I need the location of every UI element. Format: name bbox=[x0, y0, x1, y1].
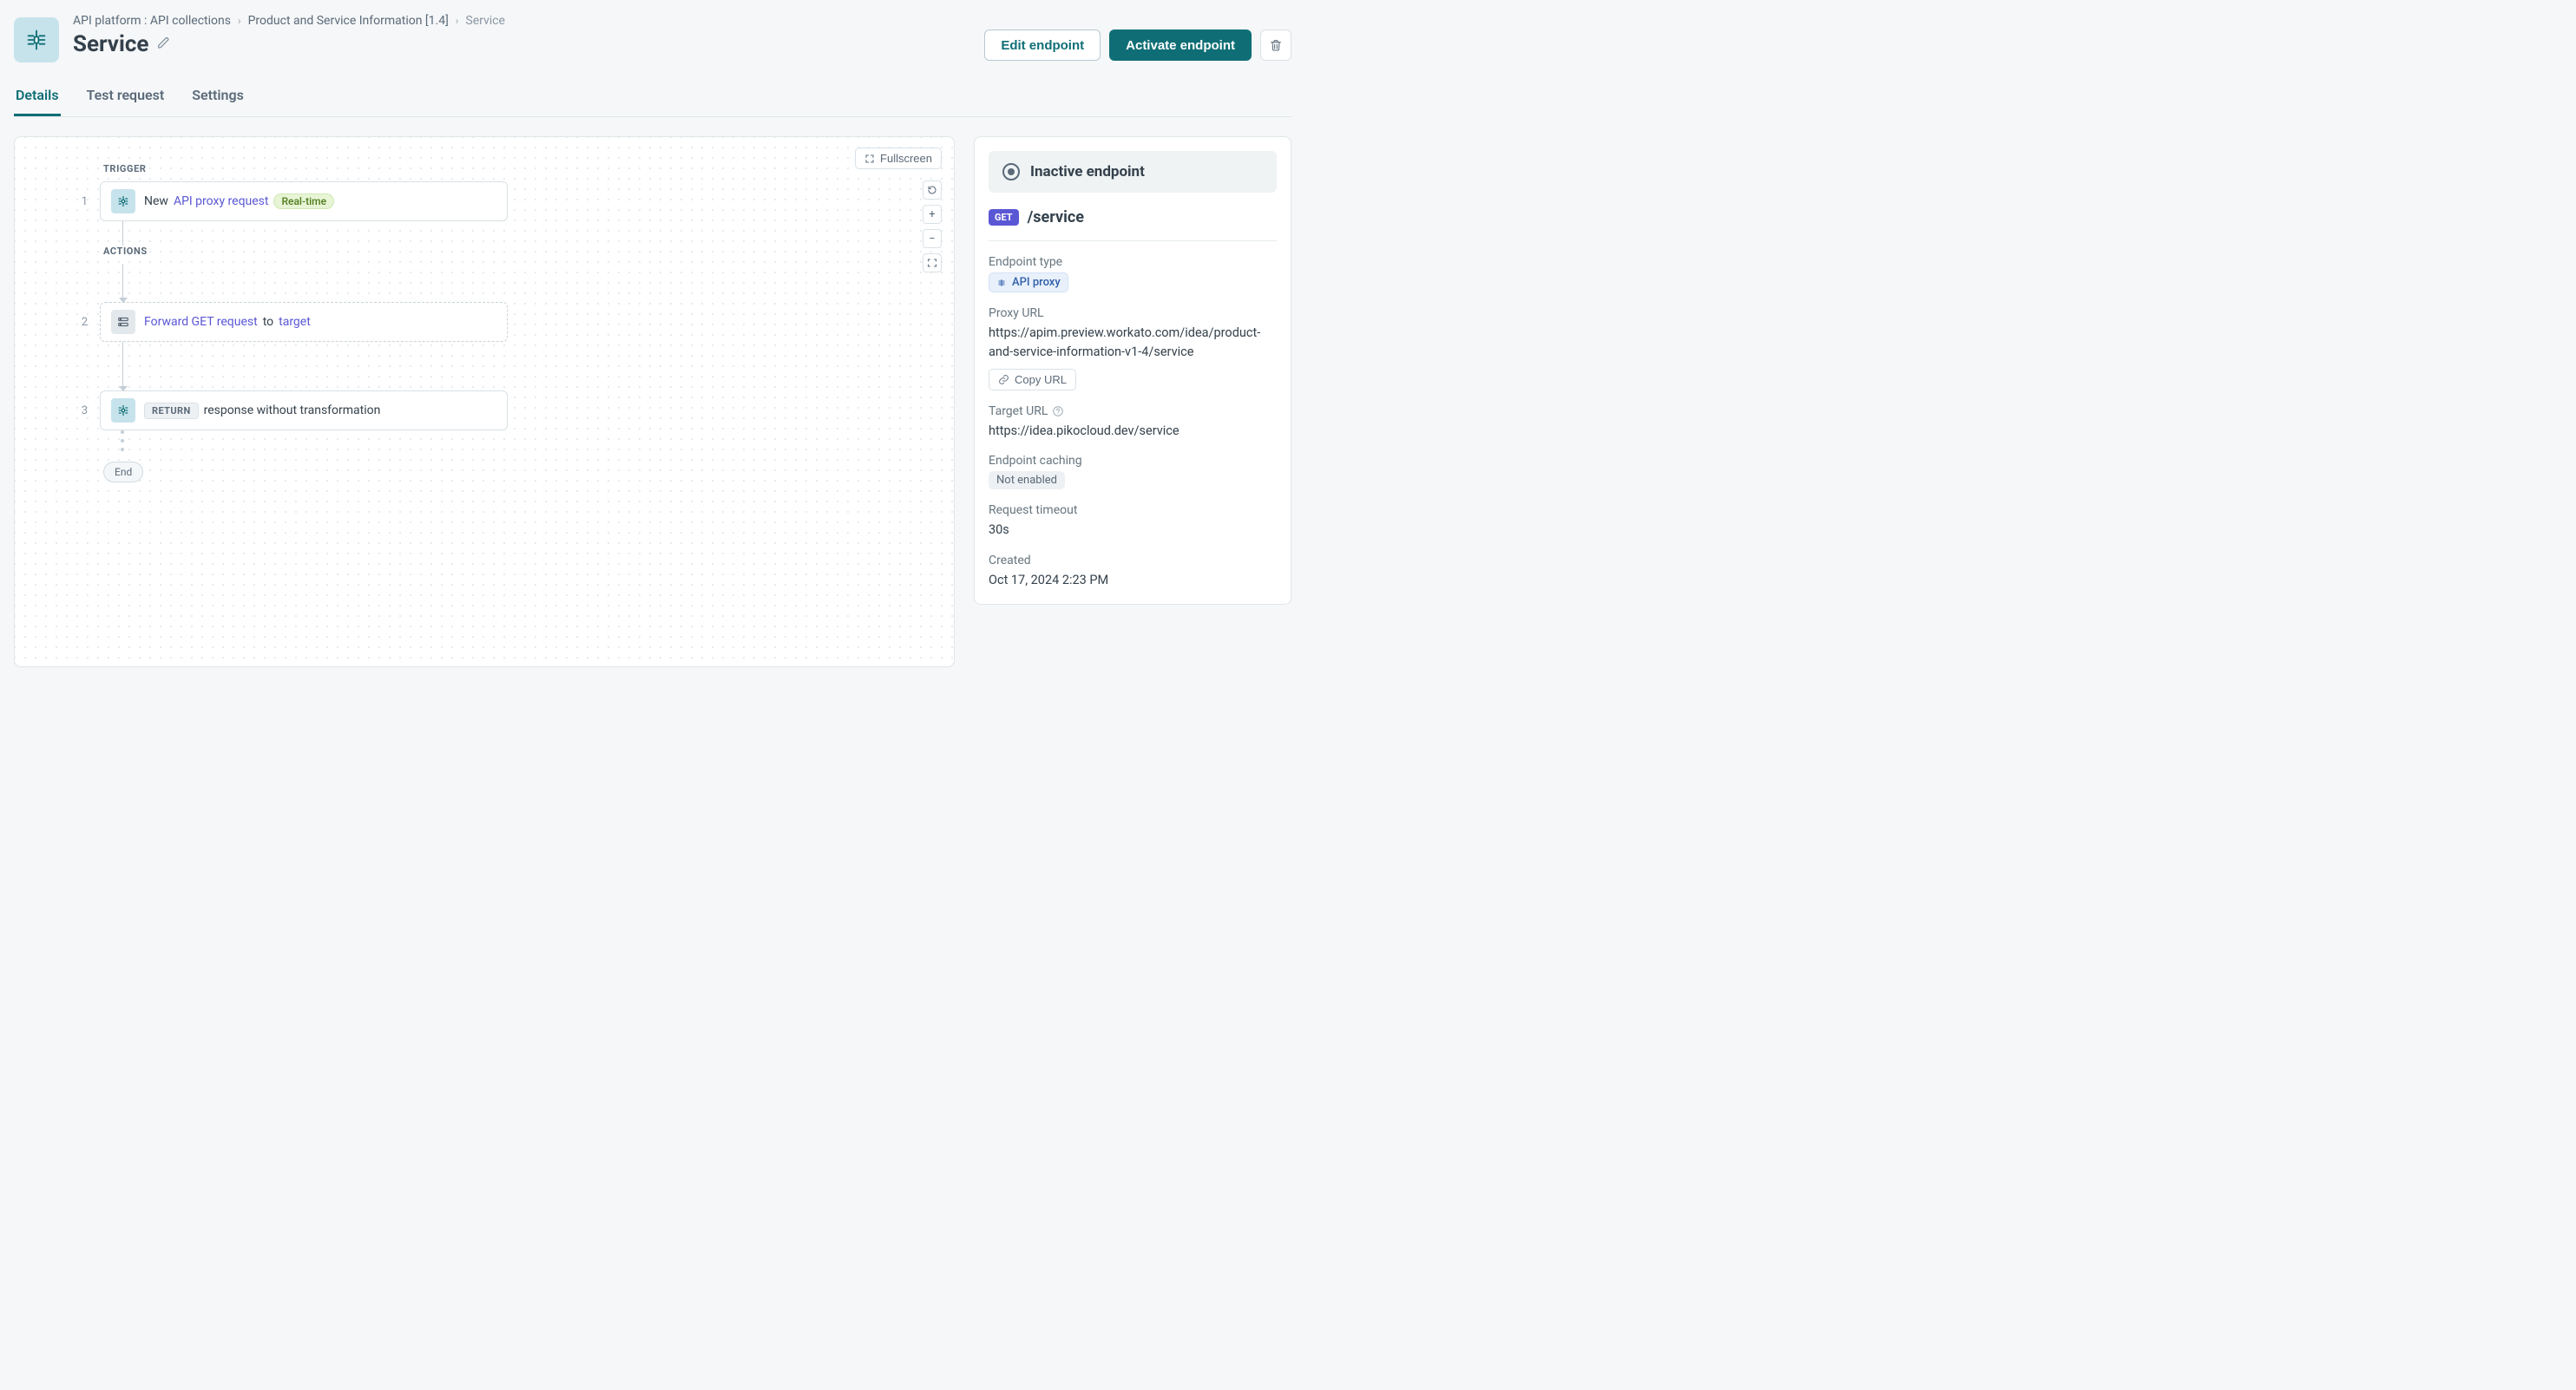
fullscreen-button[interactable]: Fullscreen bbox=[855, 148, 942, 169]
tab-settings[interactable]: Settings bbox=[190, 78, 246, 116]
breadcrumb-collection[interactable]: Product and Service Information [1.4] bbox=[248, 14, 449, 28]
delete-endpoint-button[interactable] bbox=[1260, 30, 1291, 61]
field-endpoint-type: Endpoint type API proxy bbox=[989, 255, 1277, 292]
connector bbox=[122, 221, 123, 246]
step-text: response without transformation bbox=[204, 403, 381, 417]
tab-details[interactable]: Details bbox=[14, 78, 61, 116]
fullscreen-icon bbox=[864, 154, 875, 164]
breadcrumb-current: Service bbox=[465, 14, 505, 28]
link-icon bbox=[998, 374, 1009, 385]
created-value: Oct 17, 2024 2:23 PM bbox=[989, 571, 1277, 590]
step-link: API proxy request bbox=[174, 194, 269, 208]
help-icon[interactable] bbox=[1052, 405, 1064, 417]
http-method-badge: GET bbox=[989, 209, 1019, 226]
endpoint-type-badge: API proxy bbox=[989, 272, 1068, 292]
chevron-right-icon: › bbox=[238, 15, 241, 27]
edit-endpoint-button[interactable]: Edit endpoint bbox=[984, 30, 1101, 61]
pencil-icon bbox=[157, 36, 170, 49]
end-pill: End bbox=[103, 462, 143, 482]
reset-zoom-button[interactable] bbox=[923, 180, 942, 200]
endpoint-path: /service bbox=[1028, 208, 1084, 226]
return-icon bbox=[111, 398, 135, 423]
activate-endpoint-button[interactable]: Activate endpoint bbox=[1109, 30, 1252, 61]
actions-section-label: ACTIONS bbox=[103, 246, 508, 257]
status-banner: Inactive endpoint bbox=[989, 151, 1277, 193]
breadcrumb-root[interactable]: API platform : API collections bbox=[73, 14, 231, 28]
zoom-in-button[interactable]: + bbox=[923, 205, 942, 224]
api-proxy-icon bbox=[996, 278, 1007, 288]
field-label: Created bbox=[989, 554, 1277, 567]
refresh-icon bbox=[927, 185, 937, 195]
zoom-out-button[interactable]: − bbox=[923, 229, 942, 248]
copy-url-label: Copy URL bbox=[1015, 373, 1067, 386]
step-2[interactable]: 2 Forward GET request to target bbox=[76, 302, 508, 342]
step-number: 2 bbox=[76, 316, 88, 329]
step-target: target bbox=[279, 315, 311, 329]
method-path: GET /service bbox=[989, 208, 1277, 226]
recipe-canvas: Fullscreen + − TRIGGER 1 bbox=[14, 136, 955, 667]
step-text-prefix: New bbox=[144, 194, 168, 208]
field-label: Endpoint caching bbox=[989, 454, 1277, 468]
fit-icon bbox=[927, 258, 937, 268]
api-proxy-icon bbox=[111, 189, 135, 213]
forward-icon bbox=[111, 310, 135, 334]
tab-test-request[interactable]: Test request bbox=[85, 78, 167, 116]
step-number: 1 bbox=[76, 195, 88, 208]
field-label: Request timeout bbox=[989, 503, 1277, 517]
step-3[interactable]: 3 RETURN response without transformation bbox=[76, 390, 508, 430]
step-link: Forward GET request bbox=[144, 315, 258, 329]
timeout-value: 30s bbox=[989, 521, 1277, 540]
step-number: 3 bbox=[76, 404, 88, 417]
page-header: API platform : API collections › Product… bbox=[14, 14, 1291, 69]
trigger-section-label: TRIGGER bbox=[103, 163, 508, 174]
status-icon bbox=[1002, 163, 1020, 180]
target-url-value: https://idea.pikocloud.dev/service bbox=[989, 422, 1277, 441]
api-proxy-icon bbox=[24, 28, 49, 52]
field-proxy-url: Proxy URL https://apim.preview.workato.c… bbox=[989, 306, 1277, 390]
endpoint-type-value: API proxy bbox=[1012, 276, 1061, 289]
copy-url-button[interactable]: Copy URL bbox=[989, 369, 1076, 390]
tabs: Details Test request Settings bbox=[14, 78, 1291, 116]
field-created: Created Oct 17, 2024 2:23 PM bbox=[989, 554, 1277, 590]
field-label: Proxy URL bbox=[989, 306, 1277, 320]
chevron-right-icon: › bbox=[456, 15, 459, 27]
realtime-badge: Real-time bbox=[273, 193, 334, 209]
breadcrumb: API platform : API collections › Product… bbox=[73, 14, 970, 28]
fullscreen-label: Fullscreen bbox=[880, 152, 932, 165]
field-target-url: Target URL https://idea.pikocloud.dev/se… bbox=[989, 404, 1277, 441]
field-label: Endpoint type bbox=[989, 255, 1277, 269]
edit-title-button[interactable] bbox=[157, 36, 170, 53]
app-icon bbox=[14, 17, 59, 62]
connector-arrow bbox=[122, 264, 123, 302]
step-1[interactable]: 1 New API proxy request Real-time bbox=[76, 181, 508, 221]
trash-icon bbox=[1269, 38, 1283, 52]
proxy-url-value: https://apim.preview.workato.com/idea/pr… bbox=[989, 324, 1277, 362]
endpoint-sidepanel: Inactive endpoint GET /service Endpoint … bbox=[974, 136, 1291, 605]
connector-arrow bbox=[122, 342, 123, 390]
zoom-controls: + − bbox=[923, 180, 942, 272]
field-label: Target URL bbox=[989, 404, 1277, 418]
field-caching: Endpoint caching Not enabled bbox=[989, 454, 1277, 489]
caching-value: Not enabled bbox=[989, 471, 1065, 489]
fit-view-button[interactable] bbox=[923, 253, 942, 272]
status-text: Inactive endpoint bbox=[1030, 163, 1145, 180]
divider bbox=[989, 240, 1277, 241]
page-title: Service bbox=[73, 31, 148, 57]
field-timeout: Request timeout 30s bbox=[989, 503, 1277, 540]
return-badge: RETURN bbox=[144, 403, 199, 419]
step-text-mid: to bbox=[263, 315, 273, 329]
